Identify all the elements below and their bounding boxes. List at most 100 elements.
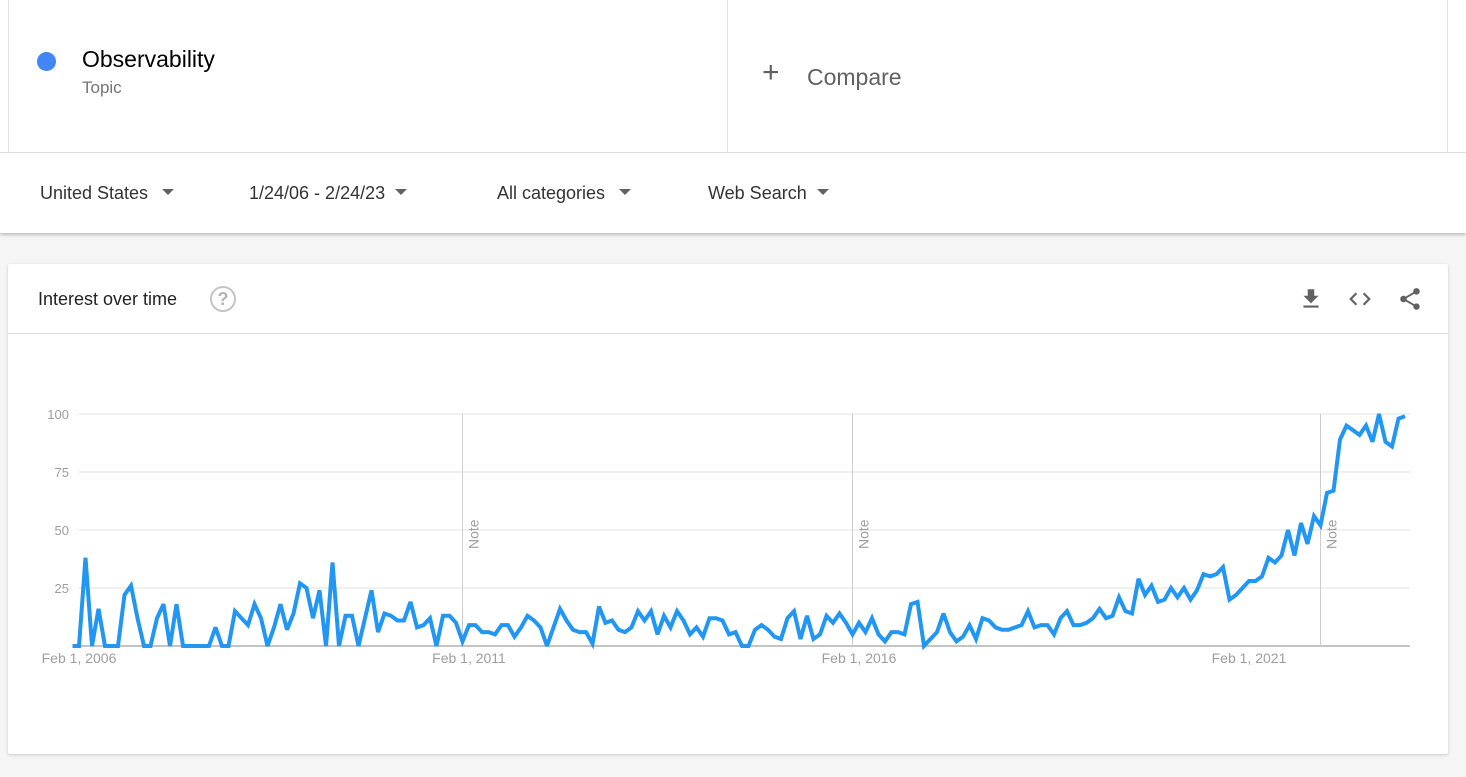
term-type: Topic <box>82 78 122 97</box>
time-range-dropdown-label: 1/24/06 - 2/24/23 <box>249 183 386 203</box>
data-point <box>1221 565 1225 569</box>
data-point <box>1026 609 1030 613</box>
data-point <box>643 619 647 623</box>
data-point <box>617 628 621 632</box>
data-point <box>760 623 764 627</box>
data-point <box>695 625 699 629</box>
data-point <box>688 632 692 636</box>
data-point <box>396 619 400 623</box>
data-point <box>363 616 367 620</box>
data-point <box>1182 586 1186 590</box>
data-point <box>1098 607 1102 611</box>
data-point <box>909 602 913 606</box>
data-point <box>903 632 907 636</box>
data-point <box>532 619 536 623</box>
data-point <box>1137 577 1141 581</box>
data-point <box>292 612 296 616</box>
data-point <box>1293 554 1297 558</box>
data-point <box>740 644 744 648</box>
data-point <box>1013 625 1017 629</box>
data-point <box>948 630 952 634</box>
data-point <box>188 644 192 648</box>
search-type-dropdown[interactable]: Web Search <box>708 183 829 204</box>
data-point <box>1371 440 1375 444</box>
data-point <box>526 614 530 618</box>
data-point <box>480 630 484 634</box>
search-terms-bar: Observability Topic + Compare <box>0 0 1466 153</box>
data-point <box>240 616 244 620</box>
interest-line-chart[interactable]: 100 75 50 25 Note Note Note Feb 1, 2006 Feb 1, 2… <box>8 334 1448 754</box>
chevron-down-icon <box>816 189 829 196</box>
data-point <box>1065 609 1069 613</box>
data-point <box>461 639 465 643</box>
data-point <box>799 637 803 641</box>
y-tick-label: 25 <box>55 581 69 596</box>
data-point <box>1091 616 1095 620</box>
data-point <box>506 623 510 627</box>
data-point <box>630 625 634 629</box>
data-point <box>792 609 796 613</box>
region-dropdown[interactable]: United States <box>40 183 175 204</box>
data-point <box>1046 623 1050 627</box>
data-point <box>1351 428 1355 432</box>
data-point <box>1163 598 1167 602</box>
data-point <box>77 644 81 648</box>
data-point <box>1007 628 1011 632</box>
data-point <box>370 588 374 592</box>
data-point <box>552 625 556 629</box>
download-icon[interactable] <box>1298 286 1324 312</box>
data-point <box>857 621 861 625</box>
data-point <box>682 619 686 623</box>
data-point <box>1338 438 1342 442</box>
data-point <box>1358 433 1362 437</box>
data-point <box>1364 424 1368 428</box>
data-point <box>604 621 608 625</box>
chevron-down-icon <box>395 189 408 196</box>
data-point <box>383 612 387 616</box>
data-point <box>994 625 998 629</box>
time-range-dropdown[interactable]: 1/24/06 - 2/24/23 <box>249 183 408 204</box>
data-point <box>1384 440 1388 444</box>
data-point <box>1377 412 1381 416</box>
data-point <box>441 614 445 618</box>
data-point <box>584 630 588 634</box>
search-type-dropdown-label: Web Search <box>708 183 807 203</box>
data-point <box>779 637 783 641</box>
data-point <box>753 628 757 632</box>
data-point <box>721 619 725 623</box>
data-point <box>1078 623 1082 627</box>
data-point <box>318 588 322 592</box>
data-point <box>376 630 380 634</box>
data-point <box>116 644 120 648</box>
data-point <box>675 609 679 613</box>
data-point <box>1202 572 1206 576</box>
data-point <box>734 630 738 634</box>
term-color-dot <box>37 52 56 71</box>
data-point <box>1247 579 1251 583</box>
share-icon[interactable] <box>1397 286 1423 312</box>
data-point <box>662 614 666 618</box>
data-point <box>357 644 361 648</box>
data-point <box>877 632 881 636</box>
y-tick-label: 100 <box>47 407 69 422</box>
embed-code-icon[interactable] <box>1347 286 1373 312</box>
compare-button[interactable]: + Compare <box>728 0 1448 153</box>
data-point <box>1332 489 1336 493</box>
data-point <box>1156 600 1160 604</box>
data-point <box>1312 514 1316 518</box>
data-point <box>298 581 302 585</box>
category-dropdown[interactable]: All categories <box>497 183 632 204</box>
help-circle-icon[interactable]: ? <box>210 286 236 312</box>
data-point <box>1111 614 1115 618</box>
data-point <box>1052 632 1056 636</box>
data-point <box>805 614 809 618</box>
data-point <box>181 644 185 648</box>
data-point <box>136 616 140 620</box>
data-point <box>916 600 920 604</box>
data-point <box>1234 593 1238 597</box>
search-term-card[interactable]: Observability Topic <box>8 0 728 153</box>
data-point <box>493 632 497 636</box>
term-name[interactable]: Observability <box>82 46 215 73</box>
data-point <box>103 644 107 648</box>
category-dropdown-label: All categories <box>497 183 606 203</box>
